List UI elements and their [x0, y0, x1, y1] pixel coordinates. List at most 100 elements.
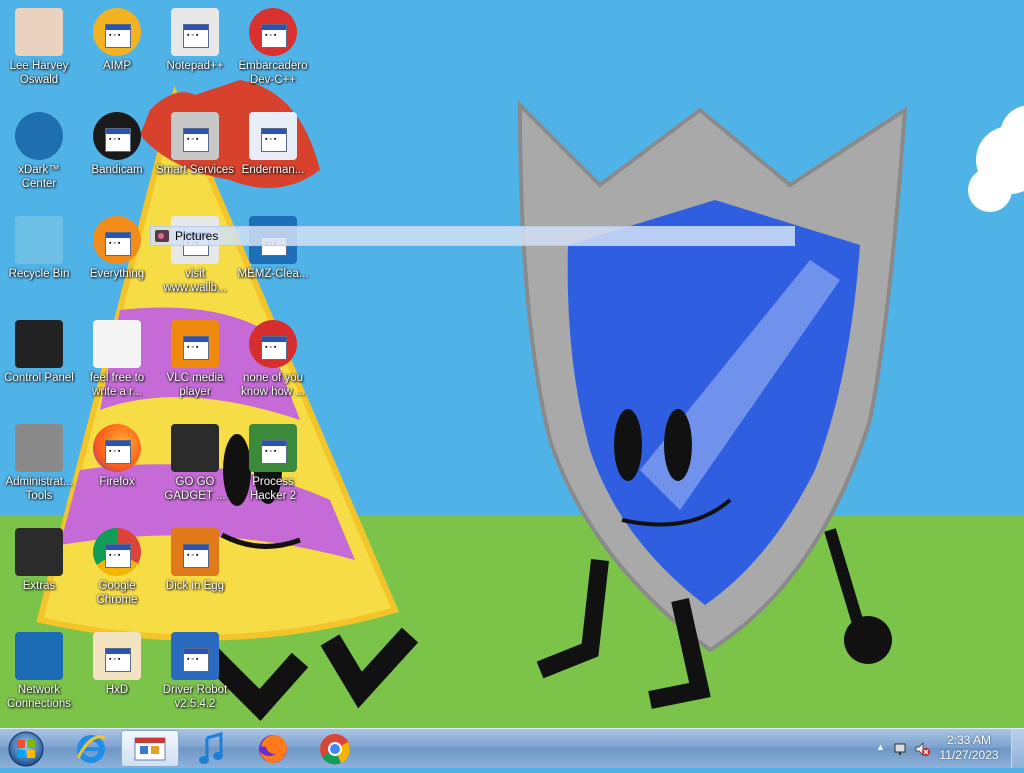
- shortcut-window-overlay-icon: [183, 128, 209, 152]
- desktop-icon-extras[interactable]: Extras: [0, 522, 78, 622]
- admin-tools-icon: [15, 424, 63, 472]
- anime-character-icon: [15, 8, 63, 56]
- desktop-icon-label: Google Chrome: [96, 580, 138, 606]
- desktop-icon-enderman[interactable]: Enderman...: [234, 106, 312, 206]
- desktop-icon-xdark-center[interactable]: xDark™ Center: [0, 106, 78, 206]
- program-icon: [249, 320, 297, 368]
- shortcut-window-overlay-icon: [261, 440, 287, 464]
- desktop-icon-recycle-bin[interactable]: Recycle Bin: [0, 210, 78, 310]
- paint-icon: [134, 737, 166, 760]
- desktop-icon-label: HxD: [105, 684, 129, 696]
- desktop-icon-label: none of you know how ...: [241, 372, 305, 398]
- desktop-icon-label: Extras: [22, 580, 56, 592]
- taskbar-firefox[interactable]: [244, 730, 302, 767]
- desktop-icon-embarcadero-dev-c[interactable]: Embarcadero Dev-C++: [234, 2, 312, 102]
- taskbar-internet-explorer[interactable]: [62, 730, 120, 767]
- pictures-icon: [155, 230, 169, 242]
- shortcut-window-overlay-icon: [183, 648, 209, 672]
- shortcut-window-overlay-icon: [183, 544, 209, 568]
- driver-robot-icon: [171, 632, 219, 680]
- shortcut-window-overlay-icon: [105, 440, 131, 464]
- control-panel-icon: [15, 320, 63, 368]
- devcpp-icon: [249, 8, 297, 56]
- desktop-icon-process-hacker-2[interactable]: Process Hacker 2: [234, 418, 312, 518]
- desktop-icon-driver-robot-v2-5-4-2[interactable]: Driver Robot v2.5.4.2: [156, 626, 234, 726]
- desktop-icon-label: Firefox: [99, 476, 135, 488]
- desktop-icon-hxd[interactable]: HxD: [78, 626, 156, 726]
- desktop-icon-label: feel free to write a r...: [89, 372, 145, 398]
- shortcut-window-overlay-icon: [261, 24, 287, 48]
- shortcut-window-overlay-icon: [183, 336, 209, 360]
- firefox-icon: [259, 734, 287, 763]
- music-note-icon: [199, 731, 223, 764]
- desktop-icon-bandicam[interactable]: Bandicam: [78, 106, 156, 206]
- desktop-icon-label: Smart Services: [156, 164, 234, 176]
- system-tray: ▲ 2:33 AM 11/27/2023: [864, 729, 1024, 769]
- desktop-icon-label: Control Panel: [4, 372, 74, 384]
- desktop-icon-go-go-gadget[interactable]: GO GO GADGET ...: [156, 418, 234, 518]
- desktop-icon-label: Process Hacker 2: [249, 476, 297, 502]
- chrome-icon: [93, 528, 141, 576]
- shortcut-window-overlay-icon: [105, 544, 131, 568]
- taskbar-chrome[interactable]: [306, 730, 364, 767]
- start-button[interactable]: [4, 730, 48, 768]
- firefox-icon: [93, 424, 141, 472]
- egg-app-icon: [171, 528, 219, 576]
- clock-date: 11/27/2023: [939, 748, 999, 762]
- desktop-icon-label: Embarcadero Dev-C++: [238, 60, 308, 86]
- desktop-icon-label: visit www.wallb...: [163, 268, 227, 294]
- desktop-icon-label: MEMZ-Clea...: [237, 268, 309, 280]
- desktop-icon-label: VLC media player: [166, 372, 224, 398]
- program-window-icon: [249, 112, 297, 160]
- xdark-icon: [15, 112, 63, 160]
- dark-folder-icon: [15, 528, 63, 576]
- desktop-icon-lee-harvey-oswald[interactable]: Lee Harvey Oswald: [0, 2, 78, 102]
- taskbar-paint[interactable]: [121, 730, 179, 767]
- recycle-bin-icon: [15, 216, 63, 264]
- dark-folder-icon: [171, 424, 219, 472]
- show-hidden-icons-icon[interactable]: ▲: [876, 742, 885, 752]
- desktop-icon-label: AIMP: [102, 60, 132, 72]
- everything-search-icon: [93, 216, 141, 264]
- bandicam-icon: [93, 112, 141, 160]
- shortcut-window-overlay-icon: [183, 24, 209, 48]
- text-document-icon: [93, 320, 141, 368]
- desktop-icon-label: Recycle Bin: [8, 268, 70, 280]
- desktop-icon-everything[interactable]: Everything: [78, 210, 156, 310]
- desktop-icon-network-connections[interactable]: Network Connections: [0, 626, 78, 726]
- network-icon: [15, 632, 63, 680]
- desktop-icon-google-chrome[interactable]: Google Chrome: [78, 522, 156, 622]
- volume-muted-icon[interactable]: [914, 741, 930, 757]
- desktop-icon-vlc-media-player[interactable]: VLC media player: [156, 314, 234, 414]
- desktop-icon-smart-services[interactable]: Smart Services: [156, 106, 234, 206]
- desktop-icon-firefox[interactable]: Firefox: [78, 418, 156, 518]
- pictures-tooltip: Pictures: [150, 226, 795, 246]
- taskbar: ▲ 2:33 AM 11/27/2023: [0, 728, 1024, 768]
- network-status-icon[interactable]: [894, 741, 910, 757]
- desktop-icon-feel-free-to-write-a-r[interactable]: feel free to write a r...: [78, 314, 156, 414]
- desktop-icon-memz-clea[interactable]: MEMZ-Clea...: [234, 210, 312, 310]
- desktop-icon-visit-www-wallb[interactable]: visit www.wallb...: [156, 210, 234, 310]
- desktop-icon-label: Notepad++: [166, 60, 224, 72]
- clock-time: 2:33 AM: [946, 733, 992, 747]
- desktop-icon-label: Driver Robot v2.5.4.2: [162, 684, 228, 710]
- shortcut-window-overlay-icon: [261, 128, 287, 152]
- desktop-icon-none-of-you-know-how[interactable]: none of you know how ...: [234, 314, 312, 414]
- desktop-icon-notepad[interactable]: Notepad++: [156, 2, 234, 102]
- aimp-icon: [93, 8, 141, 56]
- desktop-icon-dick-in-egg[interactable]: Dick in Egg: [156, 522, 234, 622]
- desktop-icon-administrat-tools[interactable]: Administrat... Tools: [0, 418, 78, 518]
- desktop-icon-label: Enderman...: [241, 164, 305, 176]
- desktop-icon-label: GO GO GADGET ...: [164, 476, 226, 502]
- chrome-icon: [320, 733, 350, 764]
- shortcut-window-overlay-icon: [261, 336, 287, 360]
- show-desktop-button[interactable]: [1011, 729, 1024, 768]
- desktop-icon-label: Everything: [89, 268, 145, 280]
- process-hacker-icon: [249, 424, 297, 472]
- clock[interactable]: 2:33 AM 11/27/2023: [934, 733, 1004, 763]
- notepadpp-icon: [171, 8, 219, 56]
- smart-services-icon: [171, 112, 219, 160]
- desktop-icon-aimp[interactable]: AIMP: [78, 2, 156, 102]
- desktop-icon-control-panel[interactable]: Control Panel: [0, 314, 78, 414]
- taskbar-music[interactable]: [182, 730, 240, 767]
